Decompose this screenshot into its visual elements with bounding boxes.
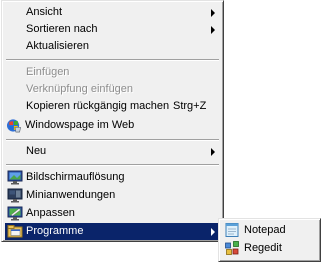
monitor-icon: [7, 170, 23, 185]
submenu-item-notepad[interactable]: Notepad: [222, 222, 317, 239]
menu-item-label: Verknüpfung einfügen: [26, 83, 134, 95]
menu-item-personalize[interactable]: Anpassen: [5, 205, 220, 222]
menu-item-label: Neu: [26, 145, 47, 157]
submenu-arrow-icon: [211, 26, 215, 34]
menu-item-label: Kopieren rückgängig machen: [26, 100, 170, 112]
gadgets-icon: [7, 188, 23, 203]
menu-separator: [6, 59, 219, 61]
menu-item-new[interactable]: Neu: [5, 143, 220, 160]
menu-item-screen-resolution[interactable]: Bildschirmauflösung: [5, 169, 220, 186]
menu-item-paste[interactable]: Einfügen: [5, 64, 220, 81]
menu-item-view[interactable]: Ansicht: [5, 4, 220, 21]
personalize-icon: [7, 206, 23, 221]
menu-item-label: Programme: [26, 225, 84, 237]
menu-item-windowspage-web[interactable]: Windowspage im Web: [5, 117, 220, 134]
menu-item-sort-by[interactable]: Sortieren nach: [5, 21, 220, 38]
desktop-context-menu: Ansicht Sortieren nach Aktualisieren Ein…: [1, 0, 224, 242]
submenu-item-label: Notepad: [244, 224, 286, 236]
programs-submenu: Notepad Regedit: [218, 218, 321, 262]
menu-item-label: Ansicht: [26, 6, 63, 18]
menu-item-label: Aktualisieren: [26, 40, 89, 52]
menu-item-refresh[interactable]: Aktualisieren: [5, 38, 220, 55]
menu-item-label: Sortieren nach: [26, 23, 98, 35]
programs-folder-icon: [7, 225, 23, 238]
menu-item-programs[interactable]: Programme: [5, 223, 220, 240]
menu-item-label: Minianwendungen: [26, 189, 116, 201]
menu-item-label: Einfügen: [26, 66, 70, 78]
windows-flag-icon: [6, 119, 21, 133]
menu-item-shortcut: Strg+Z: [173, 100, 207, 112]
menu-separator: [6, 164, 219, 166]
submenu-arrow-icon: [211, 228, 215, 236]
menu-separator: [6, 139, 219, 141]
notepad-icon: [225, 223, 239, 237]
submenu-arrow-icon: [211, 9, 215, 17]
menu-item-paste-shortcut[interactable]: Verknüpfung einfügen: [5, 81, 220, 98]
menu-item-gadgets[interactable]: Minianwendungen: [5, 187, 220, 204]
menu-item-label: Windowspage im Web: [25, 119, 135, 131]
submenu-arrow-icon: [211, 148, 215, 156]
menu-item-label: Anpassen: [26, 207, 75, 219]
submenu-item-regedit[interactable]: Regedit: [222, 240, 317, 257]
menu-item-undo-copy[interactable]: Kopieren rückgängig machen Strg+Z: [5, 98, 220, 115]
submenu-item-label: Regedit: [244, 242, 282, 254]
menu-item-label: Bildschirmauflösung: [26, 171, 125, 183]
regedit-icon: [225, 241, 239, 255]
